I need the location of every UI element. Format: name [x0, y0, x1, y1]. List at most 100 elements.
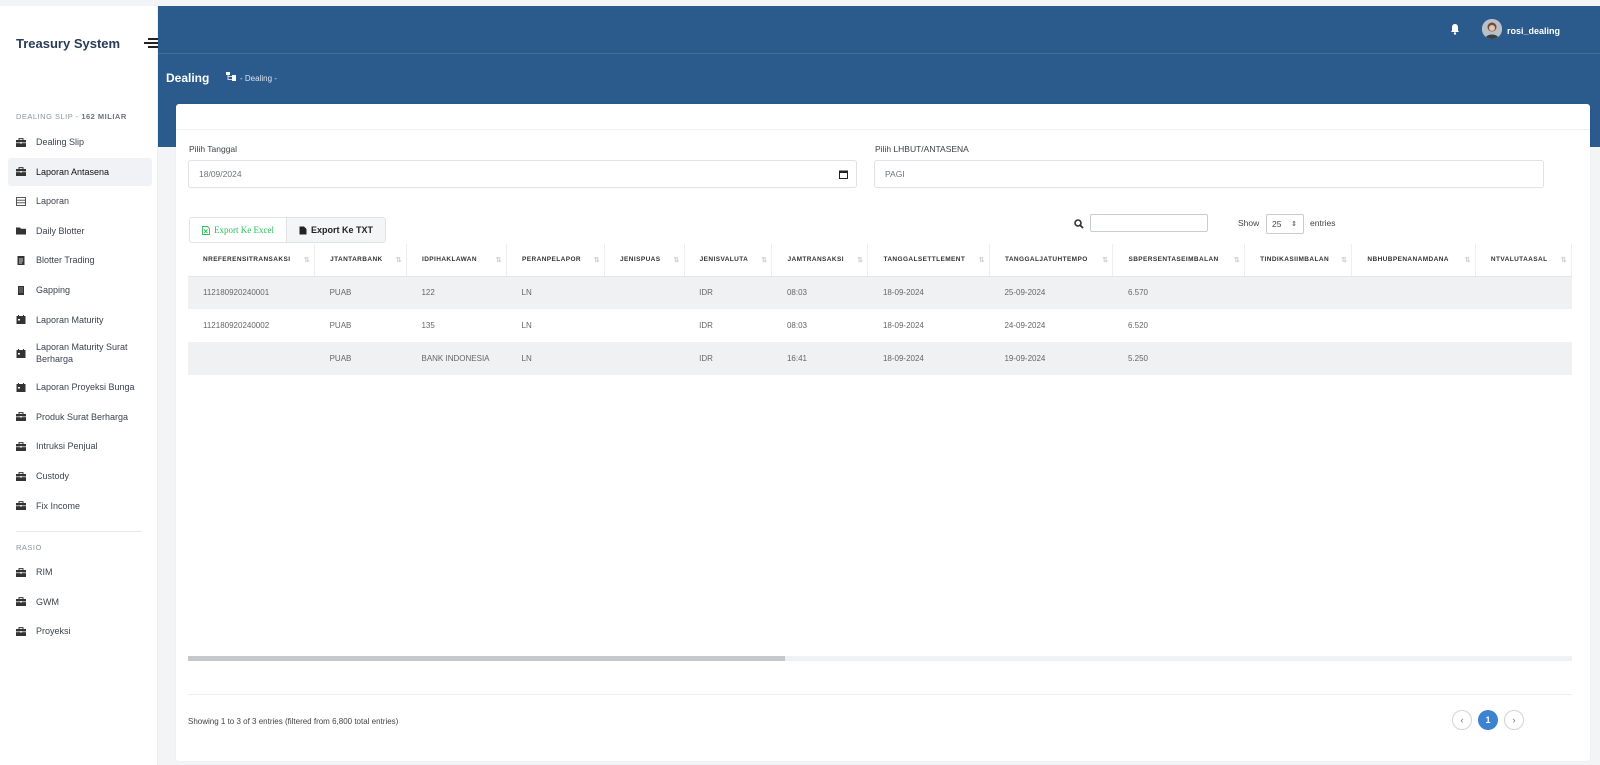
sort-icon[interactable]: ⇅: [304, 256, 310, 264]
briefcase-icon: [16, 567, 26, 577]
sort-icon[interactable]: ⇅: [396, 256, 402, 264]
column-header-jenispuas[interactable]: JENISPUAS ⇅: [604, 244, 685, 277]
next-page-button[interactable]: ›: [1504, 710, 1524, 730]
sort-icon[interactable]: ⇅: [857, 256, 863, 264]
sidebar-item-gapping[interactable]: Gapping: [8, 276, 152, 304]
sidebar-item-gwm[interactable]: GWM: [8, 588, 152, 616]
page-1-button[interactable]: 1: [1478, 710, 1498, 730]
column-header-tanggalsettlement[interactable]: TANGGALSETTLEMENT ⇅: [867, 244, 990, 277]
column-header-tanggaljatuhtempo[interactable]: TANGGALJATUHTEMPO ⇅: [989, 244, 1114, 277]
sort-icon[interactable]: ⇅: [761, 256, 767, 264]
column-header-jenisvaluta[interactable]: JENISVALUTA ⇅: [684, 244, 773, 277]
sort-icon[interactable]: ⇅: [673, 256, 679, 264]
table-cell: [1475, 309, 1572, 342]
sort-icon[interactable]: ⇅: [1102, 256, 1108, 264]
sidebar-item-laporan-proyeksi-bunga[interactable]: Laporan Proyeksi Bunga: [8, 373, 152, 401]
sidebar-item-label: Custody: [36, 470, 70, 481]
sort-icon[interactable]: ⇅: [1234, 256, 1240, 264]
sidebar-item-laporan-antasena[interactable]: Laporan Antasena: [8, 157, 152, 186]
table-cell: PUAB: [314, 309, 407, 342]
export-excel-button[interactable]: Export Ke Excel: [190, 218, 287, 242]
table-cell: IDR: [684, 276, 772, 309]
scrollbar-thumb[interactable]: [188, 656, 785, 661]
column-header-peranpelapor[interactable]: PERANPELAPOR ⇅: [506, 244, 606, 277]
breadcrumb: - Dealing -: [240, 74, 277, 83]
calendar-icon: [16, 315, 26, 325]
column-header-idpihaklawan[interactable]: IDPIHAKLAWAN ⇅: [406, 244, 508, 277]
avatar[interactable]: [1482, 19, 1502, 39]
sort-icon[interactable]: ⇅: [496, 256, 502, 264]
page-size-select[interactable]: 25 ⇕: [1266, 214, 1304, 234]
table-cell: 18-09-2024: [867, 342, 990, 375]
table-cell: 18-09-2024: [867, 309, 990, 342]
page-size-value: 25: [1272, 219, 1282, 229]
lhbut-select[interactable]: PAGI: [874, 160, 1544, 188]
table-cell: LN: [506, 309, 605, 342]
sidebar-item-intruksi-penjual[interactable]: Intruksi Penjual: [8, 432, 152, 460]
table-cell: 122: [406, 276, 507, 309]
prev-page-button[interactable]: ‹: [1452, 710, 1472, 730]
calendar-icon[interactable]: [839, 170, 848, 179]
column-header-jtantarbank[interactable]: JTANTARBANK ⇅: [314, 244, 407, 277]
document-icon: [16, 255, 26, 265]
sidebar-item-produk-surat-berharga[interactable]: Produk Surat Berharga: [8, 403, 152, 431]
lhbut-label: Pilih LHBUT/ANTASENA: [875, 144, 969, 154]
sidebar-item-laporan-maturity[interactable]: Laporan Maturity: [8, 306, 152, 334]
column-header-nreferensitransaksi[interactable]: NREFERENSITRANSAKSI ⇅: [188, 244, 316, 277]
sidebar-item-label: Blotter Trading: [36, 255, 95, 266]
column-header-label: TANGGALSETTLEMENT: [883, 256, 966, 264]
date-input[interactable]: 18/09/2024: [188, 160, 857, 188]
briefcase-icon: [16, 471, 26, 481]
menu-toggle-icon[interactable]: [144, 38, 158, 48]
column-header-ntvalutaasal[interactable]: NTVALUTAASAL ⇅: [1475, 244, 1573, 277]
sort-icon[interactable]: ⇅: [1341, 256, 1347, 264]
calendar-icon: [16, 348, 26, 358]
sidebar-item-daily-blotter[interactable]: Daily Blotter: [8, 217, 152, 245]
table-cell: LN: [506, 342, 605, 375]
bell-icon[interactable]: [1450, 23, 1460, 35]
sidebar-item-laporan[interactable]: Laporan: [8, 187, 152, 215]
table-row[interactable]: PUAB BANK INDONESIA LN IDR 16:41 18-09-2024 19…: [188, 342, 1572, 375]
sort-icon[interactable]: ⇅: [979, 256, 985, 264]
sidebar-item-rim[interactable]: RIM: [8, 558, 152, 586]
table-row[interactable]: 112180920240001 PUAB 122 LN IDR 08:03 18-09-20…: [188, 276, 1572, 309]
sidebar-item-label: Fix Income: [36, 500, 81, 511]
sidebar-item-dealing-slip[interactable]: Dealing Slip: [8, 128, 152, 156]
sidebar: Treasury System DEALING SLIP - 162 MILIA…: [0, 6, 158, 765]
column-header-sbpersentaseimbalan[interactable]: SBPERSENTASEIMBALAN ⇅: [1112, 244, 1246, 277]
table-row[interactable]: 112180920240002 PUAB 135 LN IDR 08:03 18-09-20…: [188, 309, 1572, 342]
sidebar-item-blotter-trading[interactable]: Blotter Trading: [8, 246, 152, 274]
table-search-input[interactable]: [1090, 214, 1208, 232]
export-excel-label: Export Ke Excel: [214, 225, 274, 235]
date-value: 18/09/2024: [199, 169, 242, 179]
calendar-icon: [16, 382, 26, 392]
column-header-nbhubpenanamdana[interactable]: NBHUBPENANAMDANA ⇅: [1351, 244, 1476, 277]
sidebar-item-fix-income[interactable]: Fix Income: [8, 492, 152, 520]
export-txt-button[interactable]: Export Ke TXT: [286, 218, 385, 242]
export-txt-label: Export Ke TXT: [310, 225, 373, 235]
username-label[interactable]: rosi_dealing: [1507, 26, 1560, 36]
file-icon: [299, 226, 307, 234]
table-cell: 08:03: [771, 309, 868, 342]
table-cell: 5.250: [1112, 342, 1245, 375]
sidebar-item-label: Produk Surat Berharga: [36, 411, 129, 422]
briefcase-icon: [16, 626, 26, 636]
sidebar-item-label: Gapping: [36, 284, 71, 295]
table-cell: [1475, 342, 1572, 375]
column-header-jamtransaksi[interactable]: JAMTRANSAKSI ⇅: [771, 244, 869, 277]
sidebar-item-laporan-maturity-surat-berharga[interactable]: Laporan Maturity Surat Berharga: [8, 335, 152, 371]
sidebar-item-custody[interactable]: Custody: [8, 462, 152, 490]
sort-icon[interactable]: ⇅: [1561, 256, 1567, 264]
column-header-tindikasiimbalan[interactable]: TINDIKASIIMBALAN ⇅: [1244, 244, 1353, 277]
sidebar-item-label: Laporan Proyeksi Bunga: [36, 382, 135, 393]
table-cell: [1244, 276, 1352, 309]
sidebar-item-label: Intruksi Penjual: [36, 441, 98, 452]
section-title-rasio: RASIO: [16, 543, 42, 552]
sort-icon[interactable]: ⇅: [594, 256, 600, 264]
horizontal-scrollbar[interactable]: [188, 656, 1572, 661]
sort-icon[interactable]: ⇅: [1465, 256, 1471, 264]
sidebar-item-proyeksi[interactable]: Proyeksi: [8, 617, 152, 645]
export-button-group: Export Ke Excel Export Ke TXT: [189, 217, 386, 243]
table-cell: PUAB: [314, 276, 407, 309]
date-label: Pilih Tanggal: [189, 144, 238, 154]
